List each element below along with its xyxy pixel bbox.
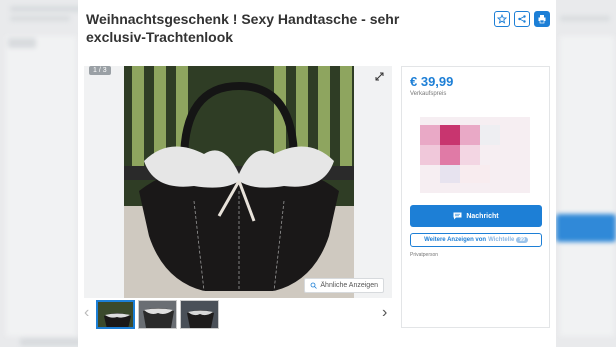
bg-meta-right: [560, 16, 610, 21]
print-button[interactable]: [534, 11, 550, 27]
expand-icon[interactable]: [375, 72, 384, 81]
listing-photo[interactable]: [124, 66, 354, 298]
seller-type: Privatperson: [410, 252, 439, 258]
listing-modal: Weihnachtsgeschenk ! Sexy Handtasche - s…: [78, 0, 556, 347]
share-button[interactable]: [514, 11, 530, 27]
handbag-photo: [124, 66, 354, 298]
share-icon: [518, 15, 526, 23]
watchlist-button[interactable]: [494, 11, 510, 27]
price-sidebar: € 39,99 Verkaufspreis Nachricht Weitere …: [401, 66, 550, 328]
message-button-label: Nachricht: [466, 212, 499, 220]
image-counter: 1 / 3: [89, 66, 111, 75]
thumbnail-strip: [96, 300, 219, 329]
more-ads-button[interactable]: Weitere Anzeigen von Wichtelle 99: [410, 233, 542, 247]
thumbnail[interactable]: [180, 300, 219, 329]
listing-actions: [494, 11, 550, 27]
chat-icon: [453, 212, 462, 220]
listing-title: Weihnachtsgeschenk ! Sexy Handtasche - s…: [86, 11, 400, 45]
thumbnail[interactable]: [138, 300, 177, 329]
more-ads-count-badge: 99: [516, 237, 528, 243]
bg-chip: [8, 38, 36, 48]
print-icon: [538, 15, 546, 24]
bg-left-panel: [6, 36, 76, 336]
message-button[interactable]: Nachricht: [410, 205, 542, 227]
price-label: Verkaufspreis: [410, 91, 447, 97]
chevron-right-icon[interactable]: ›: [382, 304, 387, 322]
star-icon: [497, 14, 507, 24]
price: € 39,99: [410, 74, 454, 89]
more-ads-seller: Wichtelle: [488, 237, 515, 243]
thumbnail[interactable]: [96, 300, 135, 329]
bg-right-panel: [560, 36, 614, 336]
more-ads-label: Weitere Anzeigen von: [424, 237, 487, 243]
bg-meta: [10, 16, 70, 21]
image-gallery: 1 / 3 Ähnliche Anzeigen: [84, 66, 392, 298]
search-icon: [310, 282, 318, 289]
similar-ads-label: Ähnliche Anzeigen: [320, 282, 378, 289]
bg-button: [556, 214, 616, 242]
chevron-left-icon[interactable]: ‹: [84, 304, 89, 322]
seller-avatar: [420, 117, 530, 193]
similar-ads-button[interactable]: Ähnliche Anzeigen: [304, 278, 384, 293]
